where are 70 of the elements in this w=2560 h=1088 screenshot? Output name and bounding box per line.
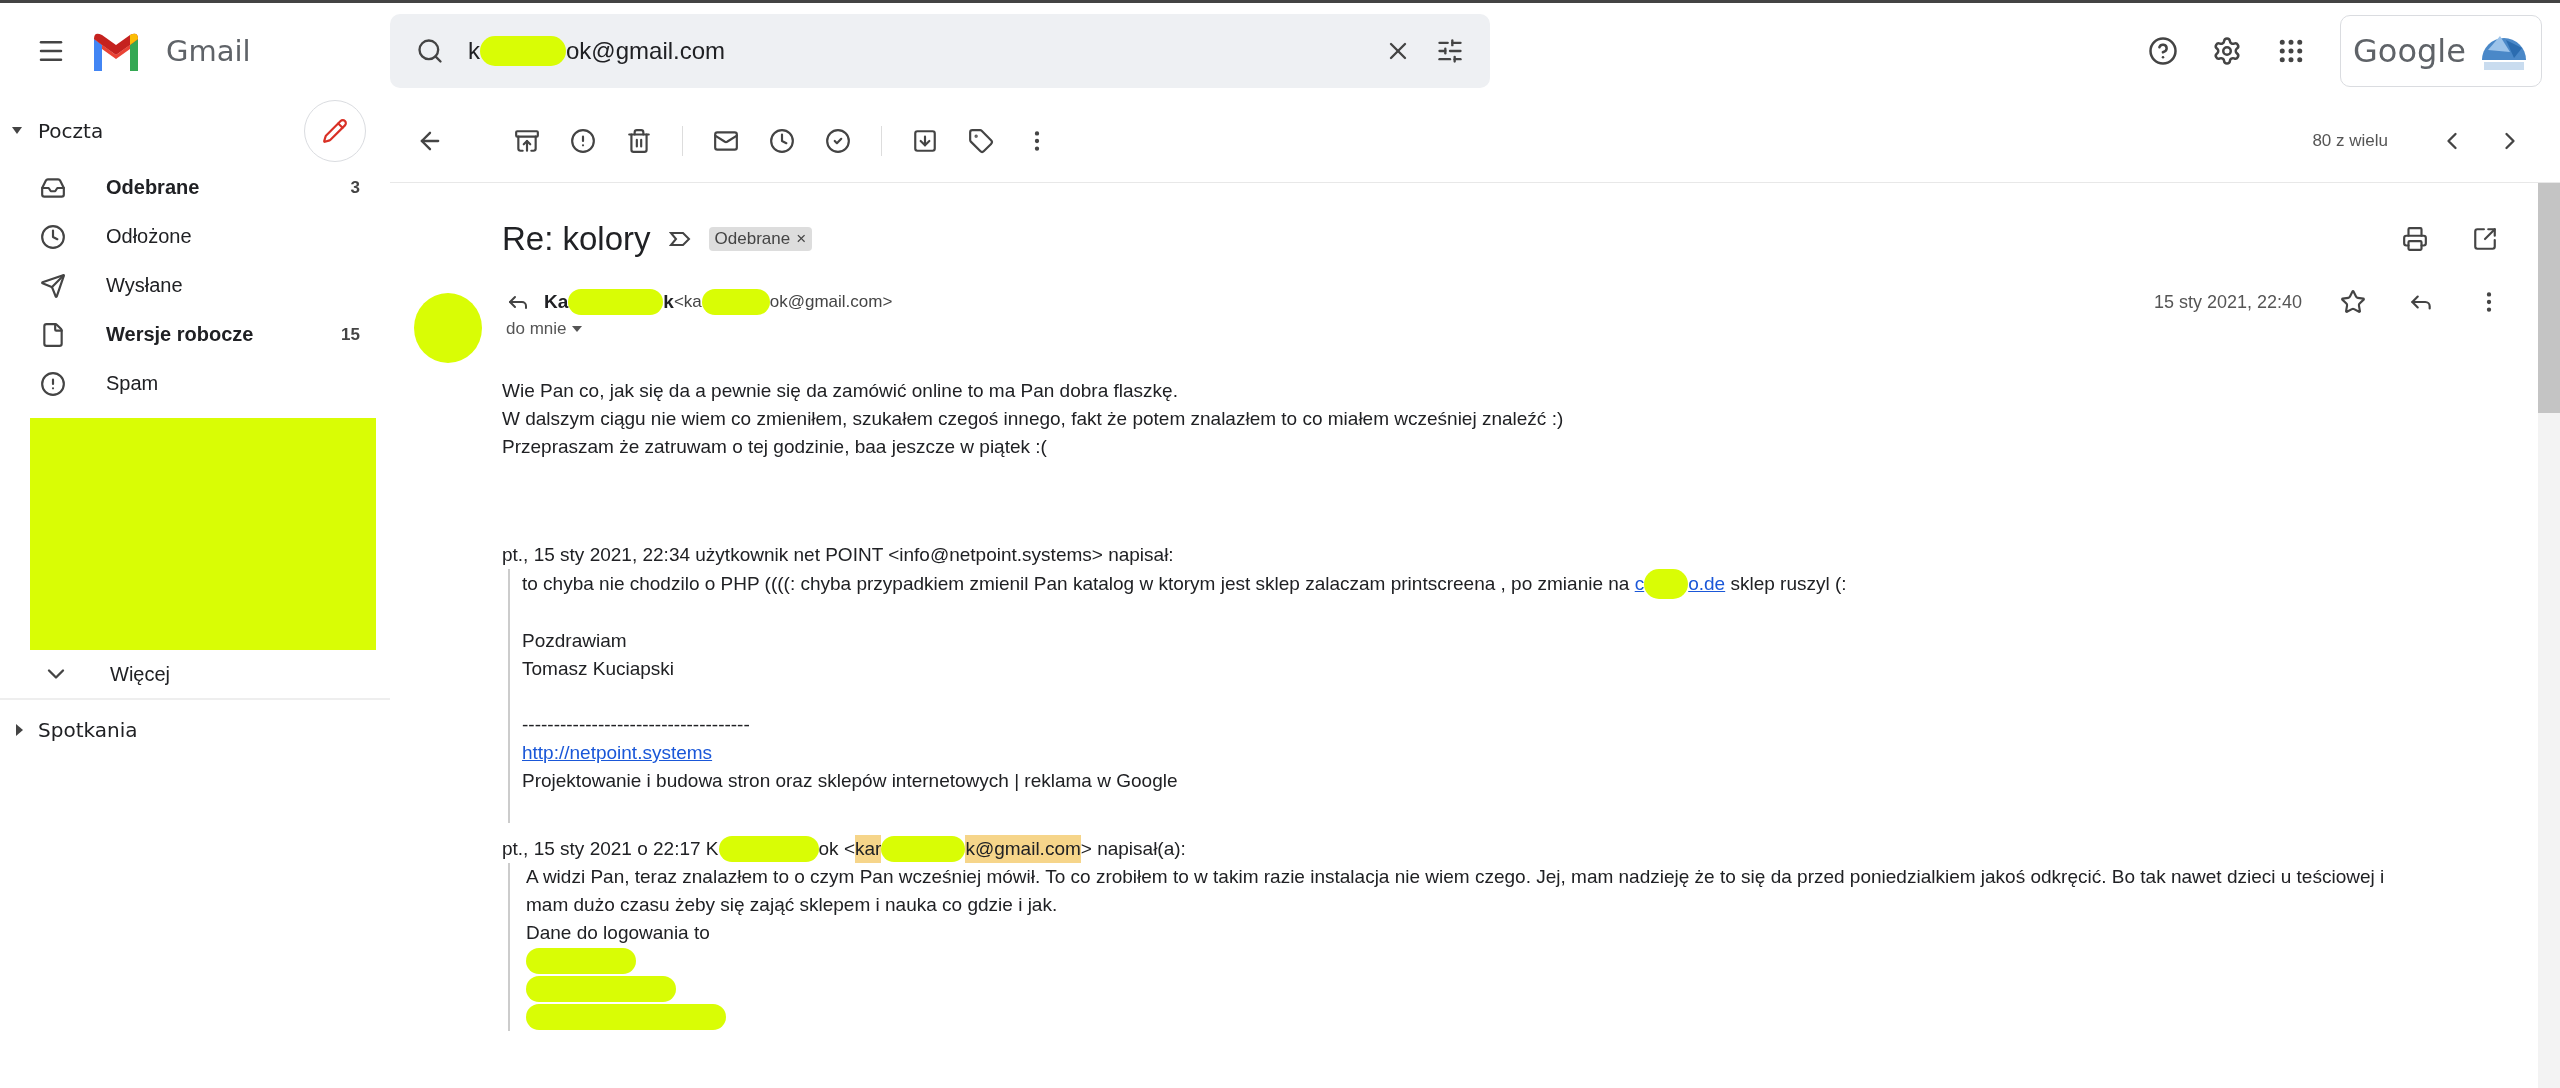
text: pt., 15 sty 2021, 22:34 użytkownik net POINT <info@netpoint.systems> napisał: xyxy=(502,543,1174,567)
app-name: Gmail xyxy=(166,34,251,68)
text: ok@gmail.com xyxy=(566,37,726,65)
account-chip[interactable]: Google xyxy=(2340,15,2542,87)
dropdown-triangle-icon xyxy=(572,326,583,332)
sender-email: ok@gmail.com> xyxy=(769,292,893,312)
trash-icon[interactable] xyxy=(626,127,652,154)
link[interactable]: http://netpoint.systems xyxy=(522,739,713,767)
settings-icon[interactable] xyxy=(2212,36,2242,66)
sender-email: <ka xyxy=(673,292,702,312)
unread-count: 3 xyxy=(350,177,360,198)
scrollbar-thumb[interactable] xyxy=(2538,183,2560,413)
text: Dane do logowania to xyxy=(526,921,710,945)
pencil-icon xyxy=(322,118,348,144)
expand-triangle-icon xyxy=(16,724,24,736)
sender-name: Ka xyxy=(544,291,569,313)
link[interactable]: o.de xyxy=(1688,570,1726,598)
text: > napisał(a): xyxy=(1080,837,1186,861)
help-icon[interactable] xyxy=(2148,36,2178,66)
new-window-icon[interactable] xyxy=(2472,226,2498,252)
unread-count: 15 xyxy=(341,324,360,345)
sidebar-item[interactable]: Wysłane xyxy=(0,261,390,310)
text: ------------------------------------ xyxy=(522,713,750,737)
message-line: W dalszym ciągu nie wiem co zmieniłem, szukałem czegoś innego, fakt że potem znalazłem to co miałem wcześniej znaleźć :) xyxy=(502,407,1565,431)
text: ok < xyxy=(818,837,855,861)
text: Projektowanie i budowa stron oraz sklepów internetowych | reklama w Google xyxy=(522,769,1178,793)
more-item[interactable]: Więcej xyxy=(0,650,390,700)
label-chip[interactable]: Odebrane × xyxy=(708,227,813,251)
file-icon xyxy=(40,321,66,348)
clock-icon[interactable] xyxy=(769,127,795,154)
alert-icon xyxy=(40,370,66,397)
text: k xyxy=(468,37,480,65)
sidebar-item[interactable]: Odłożone xyxy=(0,212,390,261)
redaction-mark xyxy=(1644,569,1689,599)
importance-marker-icon[interactable] xyxy=(668,231,691,247)
printer-icon[interactable] xyxy=(2402,226,2428,252)
meetings-item[interactable]: Spotkania xyxy=(0,700,390,760)
message-line: Wie Pan co, jak się da a pewnie się da zamówić online to ma Pan dobra flaszkę. xyxy=(502,379,1179,403)
sender-name: k xyxy=(663,291,674,313)
star-icon[interactable] xyxy=(2340,289,2366,315)
archive-icon[interactable] xyxy=(514,127,540,154)
highlighted-email: k@gmail.com xyxy=(965,835,1081,863)
redaction-mark xyxy=(701,289,770,315)
recipient-toggle[interactable]: do mnie xyxy=(506,319,2502,339)
text: Pozdrawiam xyxy=(522,629,627,653)
clock-icon xyxy=(40,223,66,250)
collapse-triangle-icon[interactable] xyxy=(12,127,22,135)
label-icon[interactable] xyxy=(968,127,994,154)
search-field[interactable]: k ok@gmail.com xyxy=(390,14,1490,88)
text: sklep ruszyl (: xyxy=(1729,572,1847,596)
filter-icon[interactable] xyxy=(1436,37,1464,65)
report-spam-icon[interactable] xyxy=(570,127,596,154)
move-to-icon[interactable] xyxy=(912,127,938,154)
message-date: 15 sty 2021, 22:40 xyxy=(2153,291,2302,313)
send-icon xyxy=(40,272,66,299)
sidebar-item[interactable]: Spam xyxy=(0,359,390,408)
highlighted-email: kar xyxy=(855,835,882,863)
text: to chyba nie chodzilo o PHP ((((: chyba przypadkiem zmienil Pan katalog w ktorym jest sklep zalaczam printscreena , po zmianie na xyxy=(522,572,1631,596)
email-subject: Re: kolory xyxy=(502,220,651,258)
section-label[interactable]: Poczta xyxy=(38,119,104,143)
sidebar-item[interactable]: Odebrane 3 xyxy=(0,163,390,212)
text: Tomasz Kuciapski xyxy=(522,657,675,681)
account-label: Google xyxy=(2353,32,2466,70)
message-line: Przepraszam że zatruwam o tej godzinie, baa jeszcze w piątek :( xyxy=(502,435,1048,459)
search-icon[interactable] xyxy=(416,37,444,65)
quoted-paragraph: A widzi Pan, teraz znalazłem to o czym Pan wcześniej mówił. To co zrobiłem to w takim razie instalacja nie wiem czego. Jej, mam nadzieję że to się da przed poniedzialkiem jakoś odkręcić. Bo tak nawet dzieci u teściowej i mam dużo czasu żeby się zająć sklepem i nauka co gdzie i jak. xyxy=(526,865,2386,917)
link[interactable]: c xyxy=(1634,570,1645,598)
message-counter: 80 z wielu xyxy=(2312,130,2388,151)
text: pt., 15 sty 2021 o 22:17 K xyxy=(502,837,719,861)
sidebar-item[interactable]: Wersje robocze 15 xyxy=(0,310,390,359)
